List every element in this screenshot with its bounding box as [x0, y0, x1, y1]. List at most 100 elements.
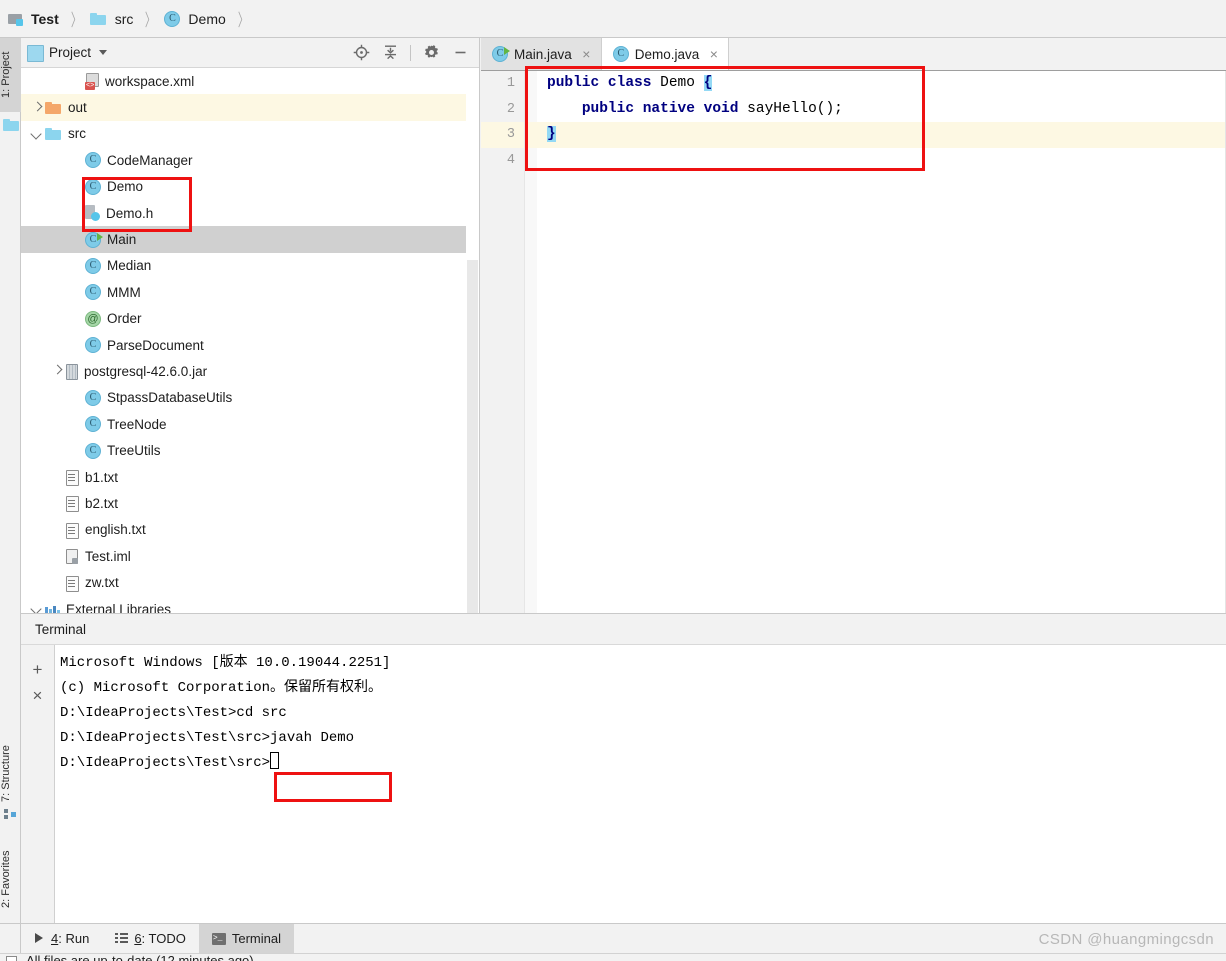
tree-row-label: b1.txt [85, 469, 119, 485]
tree-row-parsedocument[interactable]: ParseDocument [21, 332, 479, 358]
tree-row-stpassdatabaseutils[interactable]: StpassDatabaseUtils [21, 385, 479, 411]
tree-row-treeutils[interactable]: TreeUtils [21, 437, 479, 463]
sidebar-item-structure[interactable]: 7: Structure [0, 728, 21, 820]
code-line[interactable]: public class Demo { [537, 71, 1226, 97]
code-content[interactable]: public class Demo { public native void s… [537, 71, 1226, 613]
tree-row-median[interactable]: Median [21, 253, 479, 279]
breadcrumb-item-src[interactable]: src [89, 0, 136, 37]
fold-marker[interactable] [525, 122, 537, 148]
terminal-title: Terminal [35, 621, 87, 637]
gear-icon[interactable] [418, 41, 444, 65]
tree-row-main[interactable]: Main [21, 226, 479, 253]
txt-file-icon [65, 522, 79, 539]
fold-marker[interactable] [525, 97, 537, 123]
annotation-icon [85, 310, 101, 327]
breadcrumb-label: Demo [188, 10, 226, 27]
tree-arrow-placeholder [49, 522, 65, 538]
code-keyword: public [581, 100, 635, 117]
breadcrumb-separator-icon: 〉 [145, 11, 156, 30]
editor-gutter[interactable]: 1 2 3 4 [481, 71, 524, 613]
chevron-down-icon[interactable] [29, 126, 45, 142]
sidebar-item-favorites[interactable]: 2: Favorites [0, 833, 21, 925]
tab-main-java[interactable]: Main.java × [481, 38, 602, 70]
java-class-icon [612, 46, 629, 62]
tree-row-out[interactable]: out [21, 94, 479, 121]
tree-row-src[interactable]: src [21, 121, 479, 147]
code-line[interactable]: } [537, 122, 1226, 148]
close-session-button[interactable]: × [25, 683, 51, 709]
java-class-icon [164, 10, 181, 27]
java-class-icon [85, 416, 101, 433]
jar-icon [65, 363, 78, 381]
tree-row-demo-h[interactable]: Demo.h [21, 200, 479, 226]
sidebar-item-project[interactable]: 1: Project [0, 38, 21, 112]
tree-row-postgresql-42-6-0-jar[interactable]: postgresql-42.6.0.jar [21, 358, 479, 384]
new-session-button[interactable]: + [25, 657, 51, 683]
code-keyword: native [642, 100, 695, 117]
structure-icon [4, 808, 17, 820]
tab-demo-java[interactable]: Demo.java × [601, 38, 730, 70]
chevron-down-icon[interactable] [29, 601, 45, 613]
tree-arrow-placeholder [69, 152, 85, 168]
tree-row-test-iml[interactable]: Test.iml [21, 543, 479, 569]
tree-row-label: Test.iml [85, 548, 131, 564]
tree-row-demo[interactable]: Demo [21, 174, 479, 200]
tree-arrow-placeholder [69, 416, 85, 432]
tree-arrow-placeholder [49, 495, 65, 511]
tab-todo-label: : TODO [141, 931, 186, 946]
tree-row-label: b2.txt [85, 495, 119, 511]
java-class-icon [85, 337, 101, 354]
terminal-output[interactable]: Microsoft Windows [版本 10.0.19044.2251] (c… [56, 645, 1226, 923]
line-number: 4 [506, 152, 515, 168]
chevron-right-icon[interactable] [49, 363, 65, 379]
bottom-bar-spacer [0, 924, 21, 953]
chevron-down-icon[interactable] [99, 50, 108, 55]
tree-row-english-txt[interactable]: english.txt [21, 517, 479, 543]
tree-arrow-placeholder [69, 311, 85, 327]
project-scrollbar-thumb[interactable] [467, 260, 478, 618]
tree-row-order[interactable]: Order [21, 306, 479, 332]
status-checkbox[interactable] [6, 956, 17, 961]
breadcrumb: Test 〉 src 〉 Demo 〉 [0, 0, 1226, 38]
line-number: 3 [481, 122, 524, 148]
tree-row-zw-txt[interactable]: zw.txt [21, 569, 479, 595]
todo-icon [115, 933, 129, 944]
chevron-right-icon[interactable] [29, 100, 45, 116]
tree-row-treenode[interactable]: TreeNode [21, 411, 479, 437]
tab-terminal[interactable]: Terminal [198, 924, 294, 953]
code-keyword: class [607, 75, 652, 91]
tree-row-b1-txt[interactable]: b1.txt [21, 464, 479, 490]
tab-run[interactable]: 4: Run [21, 924, 102, 953]
code-editor[interactable]: 1 2 3 4 public class Demo { public native v… [481, 71, 1226, 613]
code-keyword: void [703, 100, 739, 117]
project-tree[interactable]: workspace.xml out src CodeManager Demo Demo.h… [21, 68, 479, 613]
tab-terminal-label: Terminal [231, 931, 281, 946]
fold-marker[interactable] [525, 148, 537, 174]
sidebar-item-label: 7: Structure [0, 745, 12, 803]
locate-icon[interactable] [348, 41, 374, 65]
left-tool-window-strip: 1: Project 7: Structure 2: Favorites [0, 38, 21, 938]
minimize-icon[interactable] [447, 41, 473, 65]
editor-fold-strip[interactable] [524, 71, 537, 613]
tree-row-label: TreeUtils [107, 443, 161, 459]
project-scrollbar-track[interactable] [466, 68, 479, 618]
collapse-all-icon[interactable] [377, 41, 403, 65]
sidebar-item-label: 2: Favorites [0, 850, 12, 908]
tree-row-codemanager[interactable]: CodeManager [21, 147, 479, 173]
tree-row-b2-txt[interactable]: b2.txt [21, 490, 479, 516]
project-panel-header: Project [21, 38, 479, 68]
java-class-icon [85, 178, 101, 195]
txt-file-icon [65, 469, 79, 487]
close-icon[interactable]: × [708, 47, 719, 61]
close-icon[interactable]: × [581, 47, 592, 61]
breadcrumb-item-demo[interactable]: Demo [164, 0, 227, 37]
fold-marker[interactable] [525, 71, 537, 97]
editor-tab-bar: Main.java × Demo.java × [481, 38, 1226, 71]
breadcrumb-item-project[interactable]: Test [8, 0, 61, 37]
tree-row-mmm[interactable]: MMM [21, 279, 479, 305]
tree-row-external-libraries[interactable]: External Libraries [21, 596, 479, 613]
tree-row-workspace-xml[interactable]: workspace.xml [21, 68, 479, 94]
tab-todo[interactable]: 6: TODO [102, 924, 199, 953]
code-line[interactable]: public native void sayHello(); [537, 97, 1226, 123]
code-line[interactable] [537, 148, 1226, 174]
